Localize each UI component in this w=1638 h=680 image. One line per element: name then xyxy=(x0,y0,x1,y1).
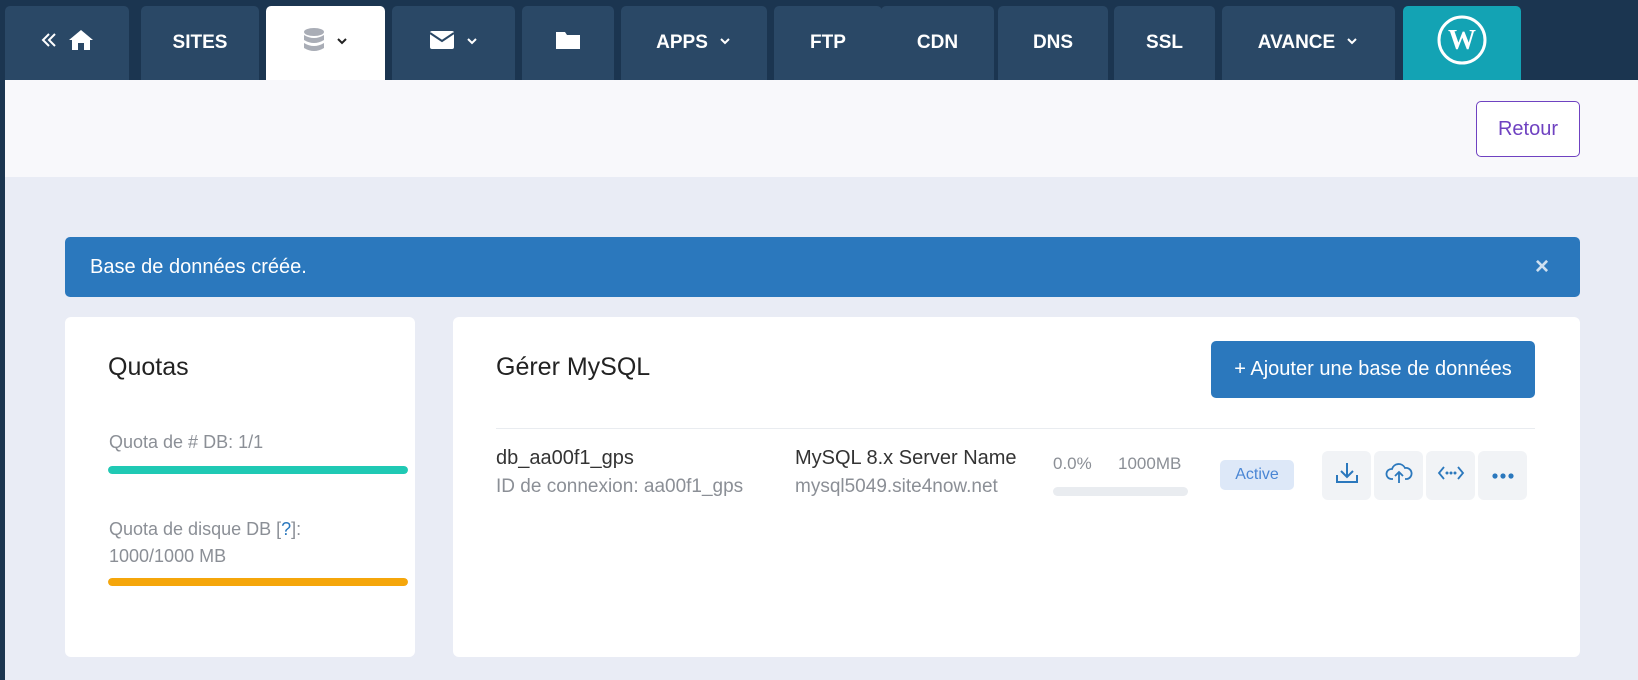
mysql-title: Gérer MySQL xyxy=(496,353,651,381)
disk-quota-bar xyxy=(108,578,408,586)
tab-databases[interactable] xyxy=(266,6,385,80)
alert-message: Base de données créée. xyxy=(90,255,307,278)
tab-apps-label: APPS xyxy=(656,32,708,53)
tab-files[interactable] xyxy=(522,6,614,80)
usage-bar xyxy=(1053,487,1188,496)
more-options-button[interactable] xyxy=(1478,451,1527,500)
database-name: db_aa00f1_gps xyxy=(496,447,634,469)
tab-dns[interactable]: DNS xyxy=(998,6,1108,80)
chevrons-left-icon xyxy=(40,31,58,55)
database-icon xyxy=(303,27,325,59)
mysql-card: Gérer MySQL + Ajouter une base de donnée… xyxy=(453,317,1580,657)
disk-quota-prefix: Quota de disque DB [ xyxy=(109,519,282,539)
add-database-button[interactable]: + Ajouter une base de données xyxy=(1211,341,1535,398)
tab-home[interactable] xyxy=(5,6,129,80)
tab-sites[interactable]: SITES xyxy=(141,6,259,80)
disk-quota-suffix: ]: xyxy=(291,519,302,539)
chevron-down-icon xyxy=(718,32,732,54)
wordpress-icon: W xyxy=(1436,14,1488,72)
chevron-down-icon xyxy=(1345,32,1359,54)
tab-cdn-label: CDN xyxy=(916,32,959,53)
chevron-down-icon xyxy=(335,32,349,54)
db-quota-bar xyxy=(108,466,408,474)
db-quota-bar-fill xyxy=(108,466,408,474)
tab-wordpress[interactable]: W xyxy=(1403,6,1521,80)
server-name: MySQL 8.x Server Name xyxy=(795,447,1017,469)
disk-quota-value: 1000/1000 MB xyxy=(109,546,227,566)
connection-string-button[interactable] xyxy=(1426,451,1475,500)
tab-apps[interactable]: APPS xyxy=(621,6,767,80)
disk-quota-label: Quota de disque DB [?]: 1000/1000 MB xyxy=(109,516,301,570)
tab-dns-label: DNS xyxy=(1032,32,1074,53)
database-login-id: ID de connexion: aa00f1_gps xyxy=(496,476,744,497)
home-icon xyxy=(68,28,94,58)
tab-cdn[interactable]: CDN xyxy=(881,6,994,80)
more-icon xyxy=(1491,467,1515,485)
svg-text:W: W xyxy=(1448,25,1476,56)
usage-size: 1000MB xyxy=(1118,454,1182,473)
download-backup-button[interactable] xyxy=(1322,451,1371,500)
header-band xyxy=(5,80,1638,177)
close-icon[interactable]: × xyxy=(1530,253,1554,280)
quotas-card: Quotas Quota de # DB: 1/1 Quota de disqu… xyxy=(65,317,415,657)
tab-sites-label: SITES xyxy=(172,32,228,53)
db-quota-label: Quota de # DB: 1/1 xyxy=(109,432,264,452)
cloud-upload-icon xyxy=(1385,460,1413,491)
tab-email[interactable] xyxy=(392,6,515,80)
connection-icon xyxy=(1437,463,1465,488)
chevron-down-icon xyxy=(465,32,479,54)
upload-restore-button[interactable] xyxy=(1374,451,1423,500)
tab-ssl[interactable]: SSL xyxy=(1114,6,1215,80)
disk-quota-bar-fill xyxy=(108,578,408,586)
download-icon xyxy=(1334,460,1360,491)
back-button[interactable]: Retour xyxy=(1476,101,1580,157)
divider xyxy=(496,428,1535,429)
folder-icon xyxy=(555,30,581,56)
disk-quota-help-link[interactable]: ? xyxy=(281,519,291,539)
tab-ftp-label: FTP xyxy=(810,32,846,53)
mail-icon xyxy=(428,30,455,56)
success-alert: Base de données créée. × xyxy=(65,237,1580,297)
tab-ftp[interactable]: FTP xyxy=(774,6,882,80)
status-badge: Active xyxy=(1220,460,1294,490)
tab-advanced[interactable]: AVANCE xyxy=(1222,6,1395,80)
server-host: mysql5049.site4now.net xyxy=(795,476,998,497)
quotas-title: Quotas xyxy=(108,353,189,381)
tab-advanced-label: AVANCE xyxy=(1257,32,1336,53)
tab-ssl-label: SSL xyxy=(1146,32,1183,53)
usage-percent: 0.0% xyxy=(1053,454,1092,473)
